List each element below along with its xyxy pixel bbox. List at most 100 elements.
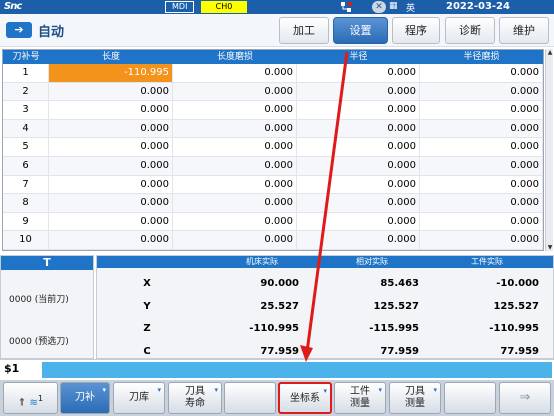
column-header: 长度 — [101, 52, 120, 62]
tab-settings[interactable]: 设置 — [333, 17, 388, 44]
up-layer-button[interactable]: ⇑ ≋1 — [3, 382, 58, 414]
tool-measure-button[interactable]: 刀具 测量 ▾ — [389, 382, 441, 414]
offset-cell[interactable]: 0.000 — [420, 119, 543, 138]
arrow-right-icon[interactable]: ➔ — [6, 22, 32, 38]
chevron-down-icon: ▾ — [323, 387, 327, 395]
offset-cell[interactable]: 0.000 — [173, 82, 297, 101]
page-header: ➔ 自动 加工 设置 程序 诊断 维护 — [0, 14, 554, 47]
current-tool: 0000 (当前刀) — [9, 295, 69, 305]
keyboard-icon[interactable]: ▦ — [389, 1, 398, 11]
offset-cell[interactable]: 0.000 — [173, 175, 297, 194]
offset-cell[interactable]: 0.000 — [173, 194, 297, 213]
table-row[interactable]: 7 0.000 0.000 0.000 0.000 — [3, 175, 543, 195]
offset-cell[interactable]: 0.000 — [297, 82, 420, 101]
scroll-down-icon[interactable]: ▼ — [546, 244, 554, 251]
offset-cell[interactable]: 0.000 — [173, 231, 297, 250]
tab-diagnostics[interactable]: 诊断 — [445, 17, 495, 44]
relative-coordinate: 85.463 — [380, 278, 419, 289]
offset-cell[interactable]: 0.000 — [420, 175, 543, 194]
status-label: $1 — [4, 362, 20, 375]
table-row[interactable]: 6 0.000 0.000 0.000 0.000 — [3, 157, 543, 176]
machine-coordinate: 25.527 — [260, 300, 299, 312]
tab-program[interactable]: 程序 — [392, 17, 440, 44]
next-page-button[interactable]: ⇒ — [499, 382, 551, 414]
offset-cell[interactable]: 0.000 — [49, 138, 173, 157]
offset-cell[interactable]: 0.000 — [173, 119, 297, 138]
chevron-down-icon: ▾ — [378, 386, 382, 394]
offset-cell[interactable]: 0.000 — [297, 231, 420, 250]
offset-cell[interactable]: 0.000 — [49, 212, 173, 231]
tool-offset-label: 刀补 — [75, 392, 95, 403]
workpiece-coordinate: 125.527 — [493, 300, 539, 312]
table-scrollbar[interactable]: ▲ ▼ — [545, 49, 553, 251]
tool-magazine-button[interactable]: 刀库 ▾ — [113, 382, 165, 414]
offset-cell[interactable]: 0.000 — [49, 231, 173, 250]
offset-cell[interactable]: 0.000 — [297, 157, 420, 175]
offset-cell[interactable]: 0.000 — [173, 101, 297, 120]
offset-number: 10 — [3, 231, 49, 250]
tool-offset-button[interactable]: 刀补 ▾ — [60, 382, 110, 414]
offset-cell[interactable]: 0.000 — [173, 212, 297, 231]
brand-logo: Snc — [4, 1, 22, 12]
table-row[interactable]: 2 0.000 0.000 0.000 0.000 — [3, 82, 543, 102]
axis-label: Y — [143, 300, 151, 312]
offset-cell[interactable]: 0.000 — [297, 64, 420, 82]
offset-cell[interactable]: 0.000 — [173, 157, 297, 175]
axis-label: Z — [143, 323, 151, 334]
tool-life-button[interactable]: 刀具 寿命 ▾ — [168, 382, 222, 414]
tool-life-label-1: 刀具 — [185, 386, 205, 397]
table-row[interactable]: 1 -110.995 0.000 0.000 0.000 — [3, 64, 543, 83]
offset-cell[interactable]: 0.000 — [297, 175, 420, 194]
offset-cell[interactable]: 0.000 — [420, 82, 543, 101]
table-row[interactable]: 10 0.000 0.000 0.000 0.000 — [3, 231, 543, 250]
table-row[interactable]: 4 0.000 0.000 0.000 0.000 — [3, 119, 543, 139]
scroll-up-icon[interactable]: ▲ — [546, 49, 554, 56]
arrow-right-icon: ⇒ — [519, 390, 531, 405]
tool-magazine-label: 刀库 — [129, 392, 149, 403]
empty-softkey[interactable] — [224, 382, 276, 414]
table-row[interactable]: 5 0.000 0.000 0.000 0.000 — [3, 138, 543, 157]
offset-cell[interactable]: 0.000 — [297, 212, 420, 231]
offset-cell[interactable]: 0.000 — [420, 212, 543, 231]
offset-cell[interactable]: 0.000 — [297, 101, 420, 120]
offset-cell[interactable]: -110.995 — [49, 64, 173, 82]
close-icon[interactable]: ✕ — [372, 1, 386, 13]
workpiece-measure-button[interactable]: 工件 测量 ▾ — [334, 382, 386, 414]
offset-cell[interactable]: 0.000 — [420, 101, 543, 120]
column-header: 工件实际 — [471, 257, 503, 266]
coordinate-system-button[interactable]: 坐标系 ▾ — [278, 382, 332, 414]
offset-cell[interactable]: 0.000 — [49, 194, 173, 213]
tool-panel: T 0000 (当前刀) 0000 (预选刀) — [0, 255, 94, 359]
machine-coordinate: -110.995 — [249, 323, 299, 334]
empty-softkey[interactable] — [444, 382, 496, 414]
offset-cell[interactable]: 0.000 — [49, 82, 173, 101]
page-title: 自动 — [38, 25, 65, 40]
offset-cell[interactable]: 0.000 — [49, 119, 173, 138]
offset-cell[interactable]: 0.000 — [49, 175, 173, 194]
offset-cell[interactable]: 0.000 — [297, 194, 420, 213]
tab-machining[interactable]: 加工 — [279, 17, 329, 44]
offset-number: 6 — [3, 157, 49, 175]
offset-cell[interactable]: 0.000 — [49, 157, 173, 175]
tab-maintenance[interactable]: 维护 — [499, 17, 549, 44]
column-header: 长度磨损 — [216, 52, 253, 62]
offset-cell[interactable]: 0.000 — [420, 194, 543, 213]
column-header: 机床实际 — [246, 257, 278, 266]
offset-cell[interactable]: 0.000 — [173, 64, 297, 82]
offset-cell[interactable]: 0.000 — [420, 138, 543, 157]
offset-cell[interactable]: 0.000 — [173, 138, 297, 157]
offset-number: 5 — [3, 138, 49, 157]
offset-cell[interactable]: 0.000 — [49, 101, 173, 120]
offset-cell[interactable]: 0.000 — [420, 231, 543, 250]
offset-cell[interactable]: 0.000 — [420, 157, 543, 175]
layer-number: 1 — [37, 393, 44, 403]
table-row[interactable]: 9 0.000 0.000 0.000 0.000 — [3, 212, 543, 232]
table-row[interactable]: 3 0.000 0.000 0.000 0.000 — [3, 101, 543, 120]
table-row[interactable]: 8 0.000 0.000 0.000 0.000 — [3, 194, 543, 213]
chevron-down-icon: ▾ — [433, 386, 437, 394]
offset-cell[interactable]: 0.000 — [420, 64, 543, 82]
offset-cell[interactable]: 0.000 — [297, 138, 420, 157]
language-indicator[interactable]: 英 — [406, 1, 415, 14]
chevron-down-icon: ▾ — [102, 386, 106, 394]
offset-cell[interactable]: 0.000 — [297, 119, 420, 138]
